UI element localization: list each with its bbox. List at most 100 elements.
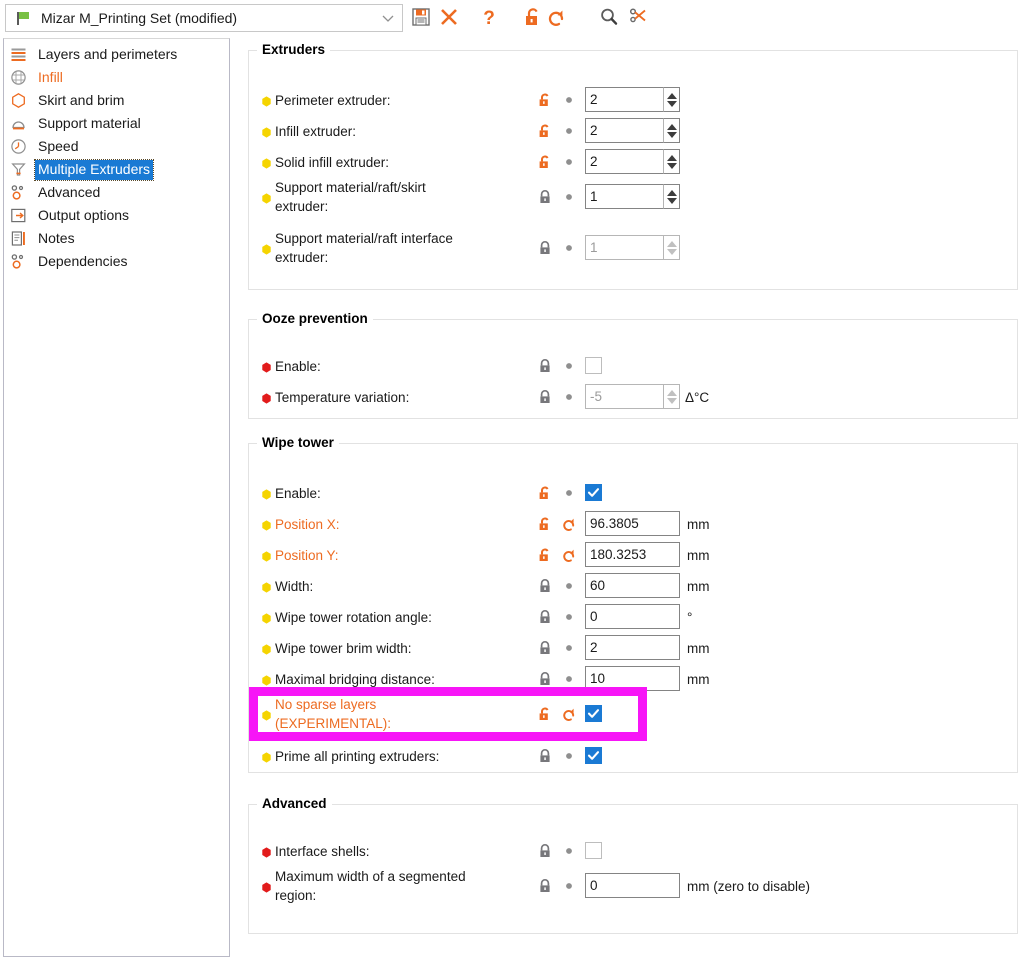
unlock-icon[interactable] bbox=[537, 485, 553, 501]
sidebar-item-label: Speed bbox=[38, 137, 79, 154]
setting-input[interactable]: 2 bbox=[585, 118, 663, 143]
sidebar-item-advanced[interactable]: Advanced bbox=[4, 181, 229, 204]
spinner-buttons[interactable] bbox=[663, 118, 680, 143]
setting-row: Wipe tower brim width: 2 mm bbox=[249, 635, 1017, 660]
lock-icon[interactable] bbox=[537, 671, 553, 687]
setting-label: Enable: bbox=[275, 359, 321, 374]
sidebar-item-dependencies[interactable]: Dependencies bbox=[4, 250, 229, 273]
system-value-dot-icon bbox=[561, 189, 577, 205]
setting-input[interactable]: 60 bbox=[585, 573, 680, 598]
system-value-dot-icon bbox=[561, 609, 577, 625]
sidebar-item-output-options[interactable]: Output options bbox=[4, 204, 229, 227]
sidebar-item-speed[interactable]: Speed bbox=[4, 135, 229, 158]
unlock-icon[interactable] bbox=[537, 123, 553, 139]
setting-level-bullet-yellow bbox=[261, 157, 272, 169]
setting-label: Wipe tower brim width: bbox=[275, 641, 412, 656]
setting-input[interactable]: 0 bbox=[585, 604, 680, 629]
sidebar-item-label: Layers and perimeters bbox=[38, 45, 178, 62]
spinner-up-icon bbox=[666, 92, 677, 99]
lock-icon[interactable] bbox=[537, 609, 553, 625]
spinner-down-icon bbox=[666, 397, 677, 404]
setting-unit-label: mm bbox=[687, 517, 710, 532]
setting-label: Maximum width of a segmented region: bbox=[275, 869, 466, 903]
group-wipe-tower: Wipe tower Enable: Position X: 96.3805 mm… bbox=[248, 435, 1018, 773]
support-icon bbox=[10, 115, 27, 132]
unlock-icon[interactable] bbox=[537, 547, 553, 563]
system-value-dot-icon bbox=[561, 92, 577, 108]
setting-level-bullet-red bbox=[261, 361, 272, 373]
sidebar-item-notes[interactable]: Notes bbox=[4, 227, 229, 250]
lock-icon[interactable] bbox=[537, 389, 553, 405]
lock-icon[interactable] bbox=[537, 240, 553, 256]
setting-row: Support material/raft interface extruder… bbox=[249, 229, 1017, 267]
revert-arrow-icon[interactable] bbox=[561, 547, 577, 563]
sidebar-item-infill[interactable]: Infill bbox=[4, 66, 229, 89]
spinner-buttons[interactable] bbox=[663, 87, 680, 112]
spinner-up-icon bbox=[666, 189, 677, 196]
revert-arrow-icon[interactable] bbox=[561, 706, 577, 722]
spinner-up-icon bbox=[666, 389, 677, 396]
lock-icon[interactable] bbox=[537, 748, 553, 764]
setting-label: Infill extruder: bbox=[275, 124, 357, 139]
unlock-icon[interactable] bbox=[537, 92, 553, 108]
unlock-icon[interactable] bbox=[537, 154, 553, 170]
setting-level-bullet-yellow bbox=[261, 243, 272, 255]
lock-icon[interactable] bbox=[537, 189, 553, 205]
sidebar-item-support-material[interactable]: Support material bbox=[4, 112, 229, 135]
unlock-icon[interactable] bbox=[537, 516, 553, 532]
compare-presets-button[interactable] bbox=[628, 6, 650, 28]
revert-arrow-icon[interactable] bbox=[561, 516, 577, 532]
setting-label: Interface shells: bbox=[275, 844, 370, 859]
setting-input: -5 bbox=[585, 384, 663, 409]
setting-input[interactable]: 0 bbox=[585, 873, 680, 898]
system-value-dot-icon bbox=[561, 123, 577, 139]
unlock-icon[interactable] bbox=[537, 706, 553, 722]
search-button[interactable] bbox=[598, 6, 620, 28]
setting-unit-label: ° bbox=[687, 610, 693, 625]
sidebar-item-layers-and-perimeters[interactable]: Layers and perimeters bbox=[4, 43, 229, 66]
setting-level-bullet-yellow bbox=[261, 488, 272, 500]
system-value-dot-icon bbox=[561, 878, 577, 894]
setting-input[interactable]: 1 bbox=[585, 184, 663, 209]
help-button[interactable]: ? bbox=[478, 6, 500, 29]
output-options-icon bbox=[10, 207, 27, 224]
setting-label: Position X: bbox=[275, 517, 340, 532]
spinner-buttons[interactable] bbox=[663, 149, 680, 174]
system-value-dot-icon bbox=[561, 485, 577, 501]
setting-input[interactable]: 2 bbox=[585, 149, 663, 174]
lock-toggle-button[interactable] bbox=[522, 6, 544, 28]
delete-preset-button[interactable] bbox=[438, 6, 460, 28]
setting-input[interactable]: 180.3253 bbox=[585, 542, 680, 567]
setting-input[interactable]: 96.3805 bbox=[585, 511, 680, 536]
setting-checkbox[interactable] bbox=[585, 705, 602, 722]
lock-icon[interactable] bbox=[537, 878, 553, 894]
setting-level-bullet-yellow bbox=[261, 550, 272, 562]
setting-unit-label: mm bbox=[687, 548, 710, 563]
setting-input[interactable]: 2 bbox=[585, 635, 680, 660]
preset-combobox[interactable]: Mizar M_Printing Set (modified) bbox=[5, 4, 403, 32]
setting-label: Wipe tower rotation angle: bbox=[275, 610, 432, 625]
sidebar-item-multiple-extruders[interactable]: Multiple Extruders bbox=[4, 158, 229, 181]
revert-button[interactable] bbox=[546, 6, 568, 28]
setting-level-bullet-yellow bbox=[261, 192, 272, 204]
group-title: Extruders bbox=[257, 42, 331, 57]
setting-checkbox[interactable] bbox=[585, 484, 602, 501]
sidebar-item-skirt-and-brim[interactable]: Skirt and brim bbox=[4, 89, 229, 112]
save-preset-button[interactable] bbox=[410, 6, 432, 28]
lock-icon[interactable] bbox=[537, 843, 553, 859]
setting-row: Position Y: 180.3253 mm bbox=[249, 542, 1017, 567]
spinner-up-icon bbox=[666, 154, 677, 161]
setting-checkbox[interactable] bbox=[585, 747, 602, 764]
lock-icon[interactable] bbox=[537, 578, 553, 594]
lock-icon[interactable] bbox=[537, 358, 553, 374]
setting-row: Interface shells: bbox=[249, 842, 1017, 861]
chevron-down-icon[interactable] bbox=[380, 10, 396, 26]
setting-input[interactable]: 2 bbox=[585, 87, 663, 112]
setting-input: 1 bbox=[585, 235, 663, 260]
lock-icon[interactable] bbox=[537, 640, 553, 656]
dependencies-icon bbox=[10, 253, 27, 270]
setting-label: Enable: bbox=[275, 486, 321, 501]
spinner-buttons[interactable] bbox=[663, 184, 680, 209]
setting-label: Position Y: bbox=[275, 548, 339, 563]
setting-row: Wipe tower rotation angle: 0 ° bbox=[249, 604, 1017, 629]
